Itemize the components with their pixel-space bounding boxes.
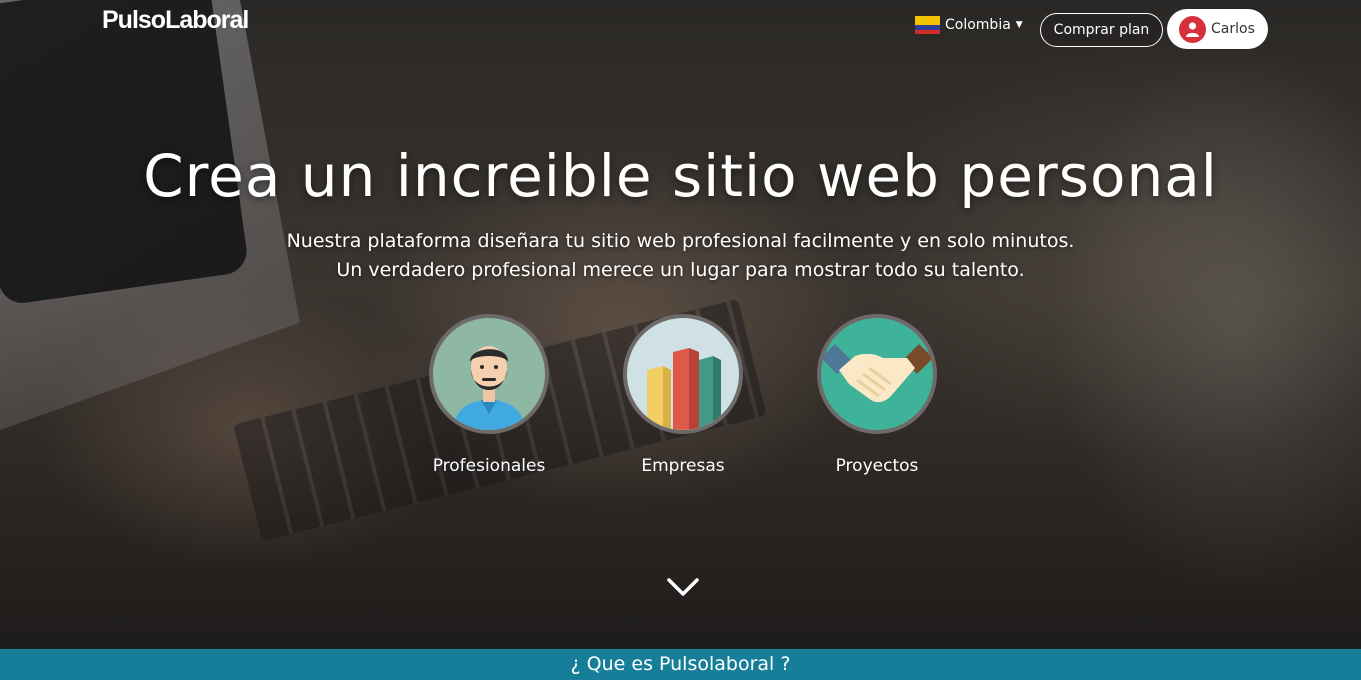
feature-label-proyectos: Proyectos — [835, 456, 919, 476]
user-menu-button[interactable]: Carlos — [1167, 9, 1268, 49]
site-logo[interactable]: PulsoLaboral — [102, 6, 249, 35]
colombia-flag-icon — [915, 16, 940, 34]
hero-subtitle-line2: Un verdadero profesional merece un lugar… — [336, 259, 1025, 281]
caret-down-icon: ▼ — [1015, 20, 1023, 30]
feature-empresas[interactable]: Empresas — [593, 314, 773, 476]
hero-title: Crea un increible sitio web personal — [143, 142, 1218, 210]
hero-subtitle-line1: Nuestra plataforma diseñara tu sitio web… — [286, 230, 1075, 252]
scroll-down-chevron-icon[interactable] — [665, 574, 701, 602]
user-name: Carlos — [1211, 21, 1255, 37]
buildings-chart-icon — [623, 314, 743, 434]
what-is-section-bar: ¿ Que es Pulsolaboral ? — [0, 649, 1361, 680]
feature-label-profesionales: Profesionales — [432, 456, 546, 476]
professional-avatar-icon — [429, 314, 549, 434]
hero-section: PulsoLaboral Colombia ▼ Comprar plan Car… — [0, 0, 1361, 649]
handshake-icon — [817, 314, 937, 434]
what-is-title: ¿ Que es Pulsolaboral ? — [570, 653, 791, 675]
background-blur — [1050, 40, 1361, 600]
feature-proyectos[interactable]: Proyectos — [787, 314, 967, 476]
country-selector[interactable]: Colombia ▼ — [915, 16, 1023, 34]
feature-label-empresas: Empresas — [641, 456, 725, 476]
user-avatar-icon — [1179, 15, 1206, 43]
country-label: Colombia — [945, 17, 1011, 33]
buy-plan-button[interactable]: Comprar plan — [1040, 13, 1163, 47]
feature-profesionales[interactable]: Profesionales — [399, 314, 579, 476]
